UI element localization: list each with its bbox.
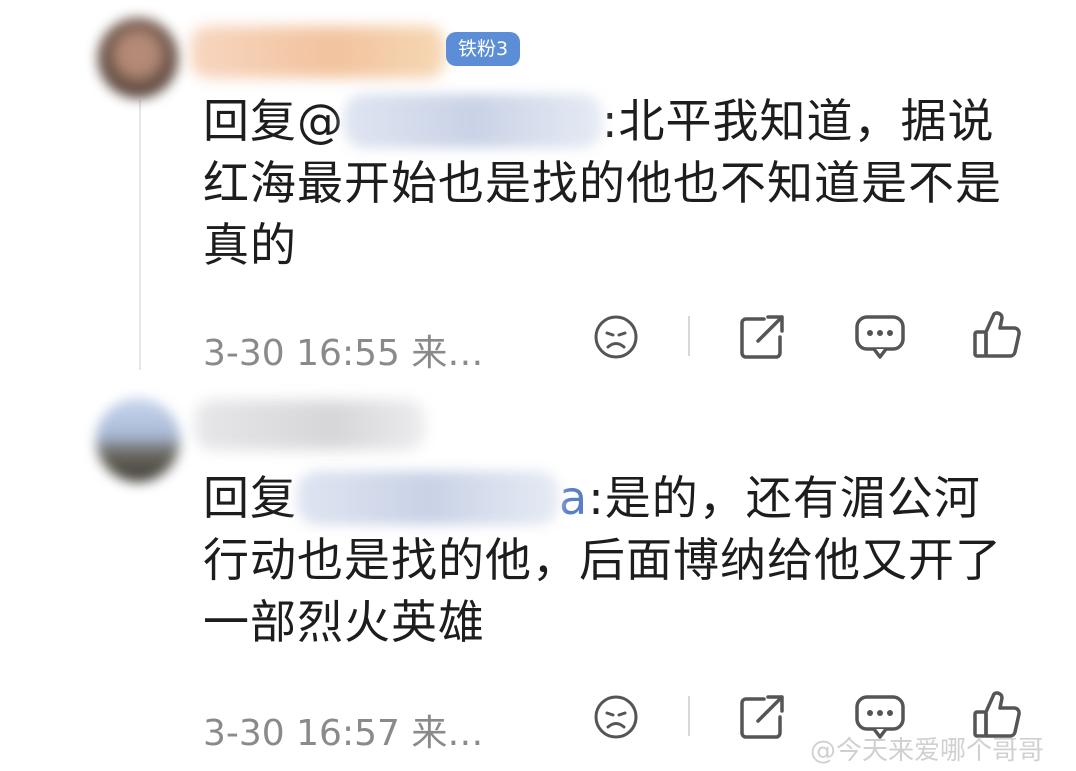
comment-icon[interactable] — [853, 310, 907, 364]
mention-tail[interactable]: a — [559, 471, 588, 525]
comment-body: 回复@:北平我知道，据说红海最开始也是找的他也不知道是不是真的 — [203, 90, 1023, 276]
divider — [688, 316, 690, 356]
comment-meta: 3-30 16:55 来… — [203, 333, 484, 374]
sad-face-icon[interactable] — [589, 310, 643, 364]
share-icon[interactable] — [735, 690, 789, 744]
avatar[interactable] — [96, 398, 180, 482]
fan-badge: 铁粉3 — [446, 32, 521, 66]
username-blurred[interactable] — [195, 400, 425, 450]
reply-prefix: 回复@ — [203, 94, 344, 148]
like-icon[interactable] — [970, 308, 1024, 362]
reply-prefix: 回复 — [203, 471, 297, 525]
comment-meta: 3-30 16:57 来… — [203, 713, 484, 754]
mention-blurred[interactable] — [297, 470, 559, 525]
sad-face-icon[interactable] — [589, 690, 643, 744]
avatar[interactable] — [98, 18, 178, 98]
share-icon[interactable] — [735, 310, 789, 364]
thread-line — [139, 100, 141, 370]
mention-blurred[interactable] — [344, 93, 602, 148]
watermark: @今天来爱哪个哥哥 — [810, 736, 1045, 766]
divider — [688, 696, 690, 736]
comment-body: 回复 a:是的，还有湄公河行动也是找的他，后面博纳给他又开了一部烈火英雄 — [203, 467, 1023, 653]
username-blurred[interactable] — [190, 26, 445, 78]
